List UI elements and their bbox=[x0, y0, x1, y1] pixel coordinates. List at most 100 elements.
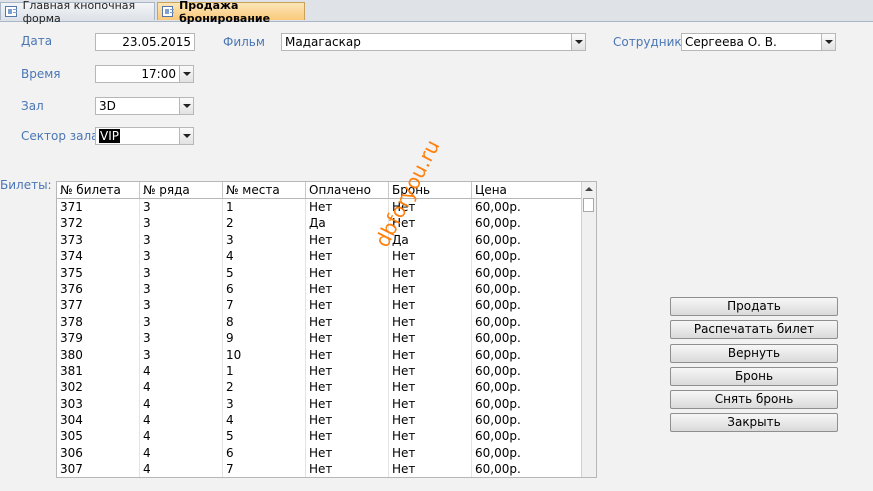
table-cell[interactable]: 60,00р. bbox=[472, 428, 582, 445]
table-cell[interactable]: 60,00р. bbox=[472, 215, 582, 232]
table-cell[interactable]: Нет bbox=[306, 199, 389, 216]
table-cell[interactable]: 2 bbox=[223, 215, 306, 232]
chevron-down-icon[interactable] bbox=[571, 34, 585, 50]
table-cell[interactable]: 60,00р. bbox=[472, 199, 582, 216]
table-cell[interactable]: Нет bbox=[306, 297, 389, 314]
tab-main-switchboard[interactable]: Главная кнопочная форма bbox=[0, 0, 155, 25]
table-cell[interactable]: 60,00р. bbox=[472, 330, 582, 347]
table-row[interactable]: 379 3 9 Нет Нет 60,00р. bbox=[57, 330, 582, 347]
table-cell[interactable]: Нет bbox=[306, 362, 389, 380]
table-cell[interactable]: Нет bbox=[389, 330, 472, 347]
table-cell[interactable]: Нет bbox=[306, 264, 389, 281]
table-cell[interactable]: 3 bbox=[140, 313, 223, 331]
table-cell[interactable]: 5 bbox=[223, 428, 306, 445]
table-cell[interactable]: Нет bbox=[306, 412, 389, 429]
table-cell[interactable]: 60,00р. bbox=[472, 412, 582, 429]
table-cell[interactable]: 6 bbox=[223, 444, 306, 462]
cancel-reservation-button[interactable]: Снять бронь bbox=[670, 390, 838, 409]
table-cell[interactable]: 4 bbox=[140, 461, 223, 477]
column-header[interactable]: Оплачено bbox=[306, 182, 389, 198]
table-cell[interactable]: 3 bbox=[140, 215, 223, 232]
table-row[interactable]: 305 4 5 Нет Нет 60,00р. bbox=[57, 428, 582, 445]
table-cell[interactable]: 305 bbox=[57, 428, 140, 445]
table-cell[interactable]: 5 bbox=[223, 264, 306, 281]
table-cell[interactable]: 60,00р. bbox=[472, 346, 582, 363]
table-cell[interactable]: 60,00р. bbox=[472, 297, 582, 314]
table-cell[interactable]: Нет bbox=[389, 444, 472, 462]
table-cell[interactable]: 375 bbox=[57, 264, 140, 281]
table-cell[interactable]: 60,00р. bbox=[472, 461, 582, 477]
table-cell[interactable]: Нет bbox=[389, 461, 472, 477]
table-cell[interactable]: 3 bbox=[140, 297, 223, 314]
table-cell[interactable]: 379 bbox=[57, 330, 140, 347]
reserve-button[interactable]: Бронь bbox=[670, 367, 838, 386]
hall-combo[interactable]: 3D bbox=[95, 97, 194, 115]
chevron-down-icon[interactable] bbox=[179, 66, 193, 82]
table-cell[interactable]: 302 bbox=[57, 379, 140, 396]
table-cell[interactable]: 371 bbox=[57, 199, 140, 216]
table-row[interactable]: 306 4 6 Нет Нет 60,00р. bbox=[57, 444, 582, 462]
table-cell[interactable]: 7 bbox=[223, 461, 306, 477]
table-cell[interactable]: Нет bbox=[389, 248, 472, 265]
return-button[interactable]: Вернуть bbox=[670, 344, 838, 363]
table-cell[interactable]: 9 bbox=[223, 330, 306, 347]
table-cell[interactable]: 60,00р. bbox=[472, 280, 582, 298]
table-cell[interactable]: 4 bbox=[140, 362, 223, 380]
vertical-scrollbar[interactable] bbox=[581, 182, 596, 477]
table-cell[interactable]: Нет bbox=[389, 297, 472, 314]
table-cell[interactable]: 1 bbox=[223, 199, 306, 216]
table-cell[interactable]: Нет bbox=[306, 330, 389, 347]
table-row[interactable]: 304 4 4 Нет Нет 60,00р. bbox=[57, 412, 582, 429]
table-cell[interactable]: Нет bbox=[389, 280, 472, 298]
table-cell[interactable]: 60,00р. bbox=[472, 444, 582, 462]
column-header[interactable]: № ряда bbox=[140, 182, 223, 198]
table-cell[interactable]: 372 bbox=[57, 215, 140, 232]
table-cell[interactable]: 4 bbox=[223, 412, 306, 429]
table-cell[interactable]: 3 bbox=[140, 248, 223, 265]
print-ticket-button[interactable]: Распечатать билет bbox=[670, 320, 838, 339]
table-cell[interactable]: 3 bbox=[223, 231, 306, 249]
table-cell[interactable]: 373 bbox=[57, 231, 140, 249]
table-cell[interactable]: 3 bbox=[140, 346, 223, 363]
table-cell[interactable]: Да bbox=[389, 231, 472, 249]
table-cell[interactable]: 60,00р. bbox=[472, 379, 582, 396]
table-cell[interactable]: 3 bbox=[140, 199, 223, 216]
table-cell[interactable]: 3 bbox=[223, 395, 306, 413]
table-row[interactable]: 381 4 1 Нет Нет 60,00р. bbox=[57, 362, 582, 380]
table-cell[interactable]: Нет bbox=[306, 395, 389, 413]
table-cell[interactable]: Нет bbox=[389, 313, 472, 331]
table-cell[interactable]: 303 bbox=[57, 395, 140, 413]
table-cell[interactable]: 381 bbox=[57, 362, 140, 380]
table-row[interactable]: 378 3 8 Нет Нет 60,00р. bbox=[57, 313, 582, 331]
table-row[interactable]: 371 3 1 Нет Нет 60,00р. bbox=[57, 199, 582, 216]
table-cell[interactable]: 3 bbox=[140, 231, 223, 249]
table-cell[interactable]: Нет bbox=[306, 280, 389, 298]
table-cell[interactable]: 60,00р. bbox=[472, 362, 582, 380]
table-row[interactable]: 380 3 10 Нет Нет 60,00р. bbox=[57, 346, 582, 363]
table-cell[interactable]: Нет bbox=[306, 461, 389, 477]
table-cell[interactable]: Нет bbox=[306, 444, 389, 462]
table-row[interactable]: 376 3 6 Нет Нет 60,00р. bbox=[57, 280, 582, 298]
time-combo[interactable]: 17:00 bbox=[95, 65, 194, 83]
table-cell[interactable]: 7 bbox=[223, 297, 306, 314]
table-cell[interactable]: Нет bbox=[306, 248, 389, 265]
table-cell[interactable]: 3 bbox=[140, 330, 223, 347]
scroll-thumb[interactable] bbox=[583, 198, 594, 212]
table-cell[interactable]: 60,00р. bbox=[472, 264, 582, 281]
scroll-up-icon[interactable] bbox=[585, 187, 593, 191]
table-cell[interactable]: 378 bbox=[57, 313, 140, 331]
table-row[interactable]: 302 4 2 Нет Нет 60,00р. bbox=[57, 379, 582, 396]
table-cell[interactable]: Нет bbox=[389, 412, 472, 429]
tickets-datasheet[interactable]: № билета № ряда № места Оплачено Бронь Цена 3… bbox=[56, 181, 597, 478]
table-cell[interactable]: Нет bbox=[389, 264, 472, 281]
table-row[interactable]: 303 4 3 Нет Нет 60,00р. bbox=[57, 395, 582, 413]
tab-sales-booking[interactable]: Продажа бронирование bbox=[157, 0, 305, 25]
column-header[interactable]: № места bbox=[223, 182, 306, 198]
table-cell[interactable]: Нет bbox=[389, 379, 472, 396]
table-cell[interactable]: Нет bbox=[389, 395, 472, 413]
table-row[interactable]: 307 4 7 Нет Нет 60,00р. bbox=[57, 461, 582, 477]
table-cell[interactable]: 4 bbox=[140, 379, 223, 396]
table-row[interactable]: 377 3 7 Нет Нет 60,00р. bbox=[57, 297, 582, 314]
table-cell[interactable]: 304 bbox=[57, 412, 140, 429]
table-cell[interactable]: 4 bbox=[140, 395, 223, 413]
